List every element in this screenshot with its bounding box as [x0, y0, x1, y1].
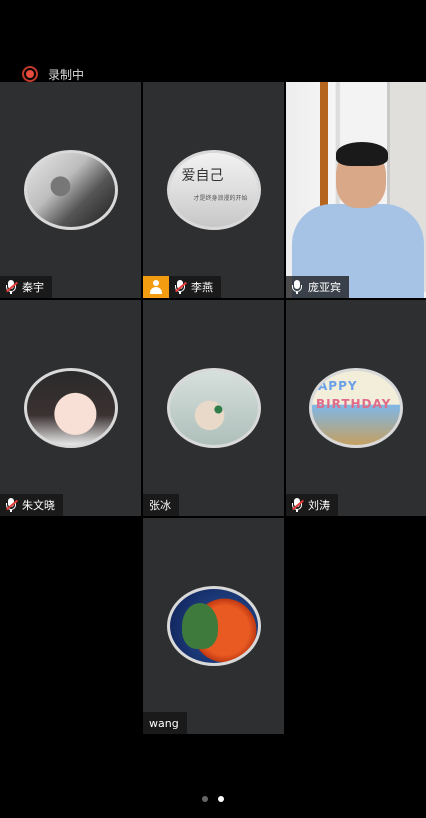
name-tag: 秦宇 — [0, 276, 52, 298]
page-dot[interactable] — [202, 796, 208, 802]
avatar-subtext: 才是终身浪漫的开始 — [193, 195, 248, 202]
avatar — [166, 368, 261, 448]
avatar-text: 爱自己 — [181, 168, 224, 184]
participant-tile-active[interactable]: 庞亚宾 — [286, 82, 426, 298]
empty-slot — [286, 518, 426, 734]
participant-name: wang — [149, 716, 179, 730]
participant-tile[interactable]: wang — [143, 518, 284, 734]
participant-name: 李燕 — [191, 281, 213, 294]
name-tag: 庞亚宾 — [286, 276, 349, 298]
mic-muted-icon — [6, 280, 16, 294]
participant-tile[interactable]: 秦宇 — [0, 82, 141, 298]
video-feed — [286, 82, 426, 298]
participant-name: 秦宇 — [22, 281, 44, 294]
participant-name: 张冰 — [149, 499, 171, 512]
mic-icon — [292, 280, 302, 294]
page-dot-active[interactable] — [218, 796, 224, 802]
participant-name: 庞亚宾 — [308, 281, 341, 294]
mic-muted-icon — [292, 498, 302, 512]
avatar — [23, 150, 118, 230]
avatar-text: BIRTHDAY — [316, 397, 392, 411]
host-badge — [143, 276, 169, 298]
mic-muted-icon — [175, 280, 185, 294]
recording-indicator: 录制中 — [22, 64, 84, 84]
participant-name: 朱文晓 — [22, 499, 55, 512]
avatar-text: APPY — [318, 379, 358, 393]
name-tag: 张冰 — [143, 494, 179, 516]
page-indicator[interactable] — [0, 796, 426, 802]
avatar — [23, 368, 118, 448]
avatar: APPY BIRTHDAY — [309, 368, 403, 448]
participant-tile[interactable]: 朱文晓 — [0, 300, 141, 516]
name-tag: wang — [143, 712, 187, 734]
record-icon — [22, 66, 38, 82]
participant-tile[interactable]: 爱自己 才是终身浪漫的开始 李燕 — [143, 82, 284, 298]
participant-tile[interactable]: APPY BIRTHDAY 刘涛 — [286, 300, 426, 516]
video-grid: 秦宇 爱自己 才是终身浪漫的开始 李燕 庞亚宾 朱文晓 张冰 APPY BIRT… — [0, 82, 426, 736]
empty-slot — [0, 518, 141, 734]
avatar: 爱自己 才是终身浪漫的开始 — [166, 150, 261, 230]
mic-muted-icon — [6, 498, 16, 512]
name-tag: 刘涛 — [286, 494, 338, 516]
recording-label: 录制中 — [48, 67, 85, 82]
name-tag: 朱文晓 — [0, 494, 63, 516]
participant-name: 刘涛 — [308, 499, 330, 512]
name-tag: 李燕 — [143, 276, 221, 298]
person-icon — [149, 280, 163, 294]
participant-tile[interactable]: 张冰 — [143, 300, 284, 516]
avatar — [166, 586, 261, 666]
